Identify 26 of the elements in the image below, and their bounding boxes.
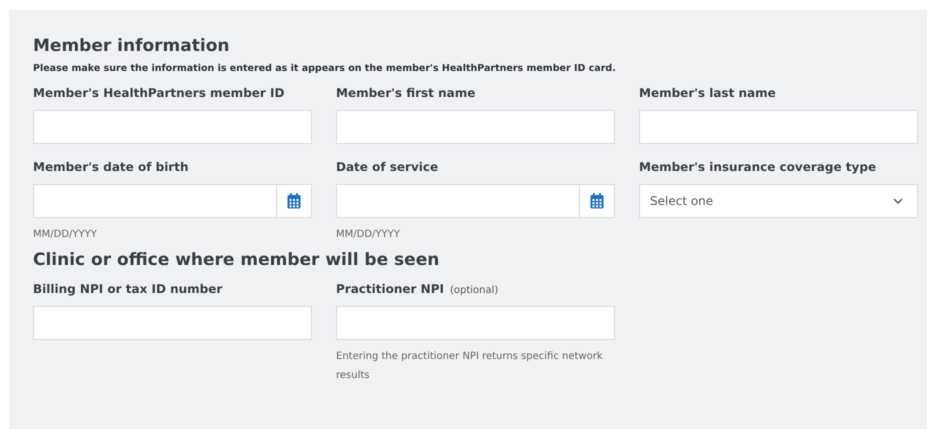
field-label: Member's first name [336, 86, 476, 100]
text-field[interactable] [33, 110, 312, 144]
field-label: Member's HealthPartners member ID [33, 86, 284, 100]
field-label: Member's insurance coverage type [639, 160, 876, 174]
section-heading: Member information [33, 35, 230, 58]
optional-label: (optional) [450, 285, 498, 296]
text-field[interactable] [336, 110, 615, 144]
field-label: Member's date of birth [33, 160, 189, 174]
field-label: Practitioner NPI [336, 282, 444, 296]
section-heading: Clinic or office where member will be seen [33, 249, 440, 272]
text-field[interactable] [33, 306, 312, 340]
hint-text: Entering the practitioner NPI returns specific network results [336, 350, 604, 383]
instruction-text: Please make sure the information is entered as it appears on the member's HealthPartners member ID card. [33, 62, 617, 76]
date-field[interactable] [33, 184, 312, 218]
date-field[interactable] [336, 184, 615, 218]
field-label: Date of service [336, 160, 438, 174]
chevron-down-icon [893, 198, 903, 204]
calendar-icon [287, 193, 301, 209]
hint-text: MM/DD/YYYY [336, 228, 400, 242]
text-field[interactable] [639, 110, 918, 144]
field-label: Billing NPI or tax ID number [33, 282, 222, 296]
calendar-icon [590, 193, 604, 209]
text-field[interactable] [336, 306, 615, 340]
field-label: Member's last name [639, 86, 776, 100]
hint-text: MM/DD/YYYY [33, 228, 97, 242]
dropdown[interactable]: Select one [639, 184, 918, 218]
